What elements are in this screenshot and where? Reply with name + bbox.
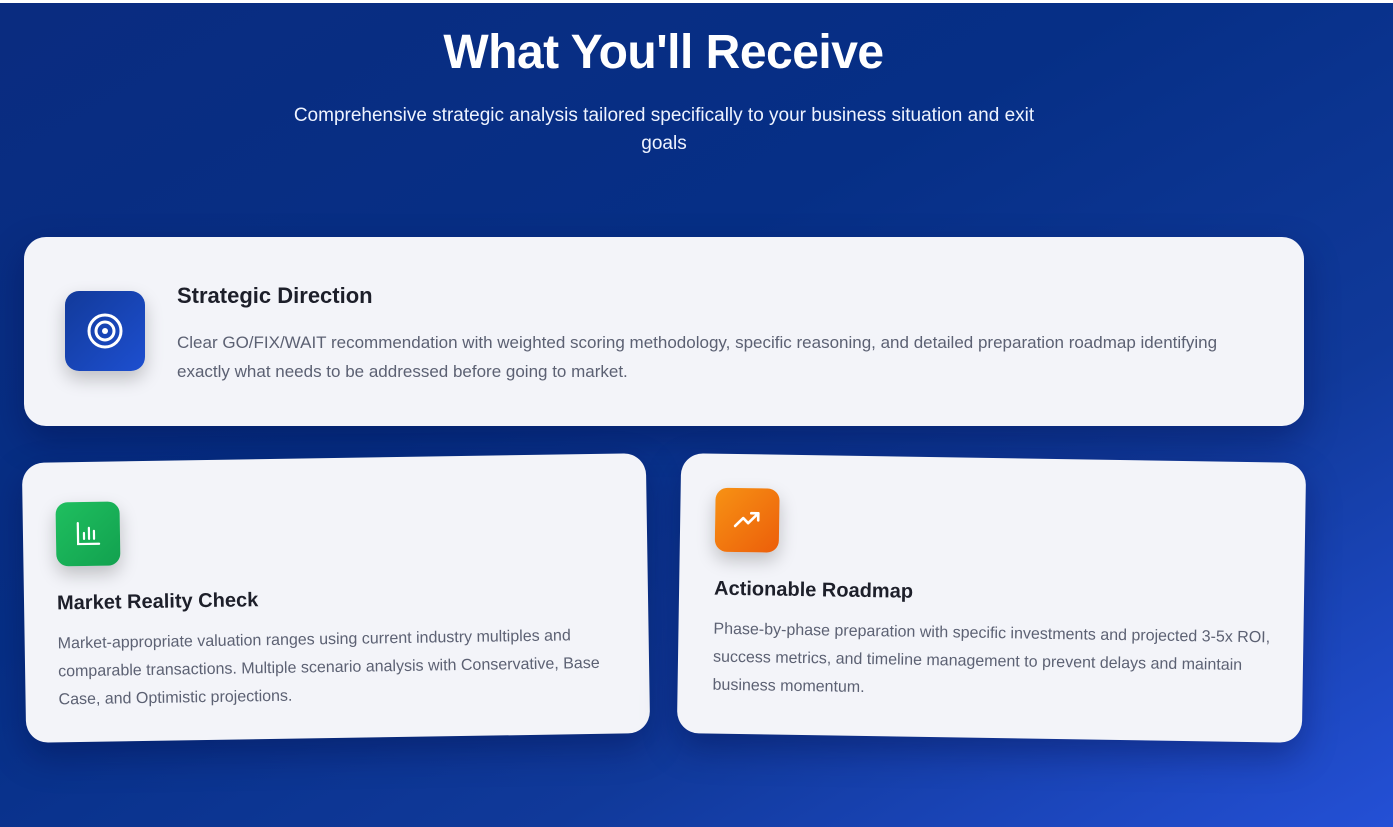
- section-title: What You'll Receive: [443, 26, 884, 79]
- card-description: Market-appropriate valuation ranges usin…: [57, 627, 600, 709]
- bar-chart-icon: [55, 501, 121, 567]
- card-strategic-direction: Strategic Direction Clear GO/FIX/WAIT re…: [24, 237, 1304, 426]
- receive-section: What You'll Receive Comprehensive strate…: [0, 3, 1393, 827]
- card-description: Clear GO/FIX/WAIT recommendation with we…: [177, 333, 1218, 381]
- trending-up-icon: [714, 487, 780, 553]
- target-icon: [65, 291, 145, 371]
- section-subtitle: Comprehensive strategic analysis tailore…: [293, 105, 1035, 154]
- card-market-reality-check: Market Reality Check Market-appropriate …: [21, 453, 651, 743]
- card-actionable-roadmap: Actionable Roadmap Phase-by-phase prepar…: [676, 453, 1307, 743]
- card-title: Strategic Direction: [177, 283, 373, 308]
- card-title: Actionable Roadmap: [713, 577, 914, 603]
- card-title: Market Reality Check: [56, 589, 259, 615]
- card-description: Phase-by-phase preparation with specific…: [712, 620, 1271, 697]
